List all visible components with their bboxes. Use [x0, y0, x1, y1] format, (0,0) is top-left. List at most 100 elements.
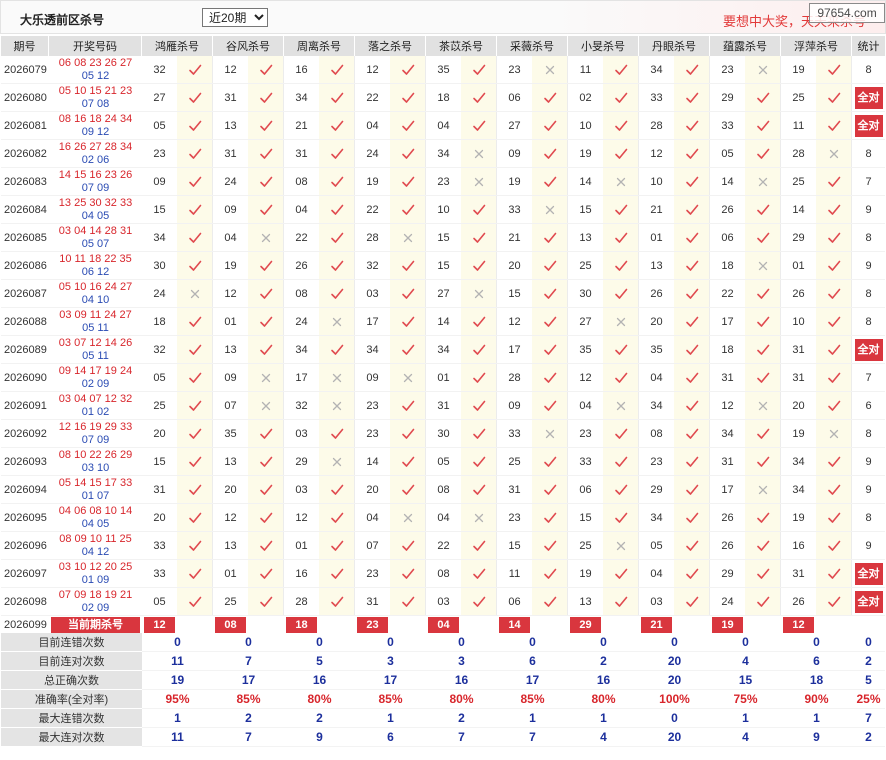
- draw-numbers-cell: 03 04 14 28 31 05 07: [49, 224, 142, 251]
- front-zone-numbers: 03 10 12 20 25: [58, 560, 133, 573]
- kill-number: 26: [650, 287, 663, 300]
- kill-result-cell: [745, 56, 781, 83]
- cross-icon: [332, 317, 341, 326]
- kill-number: 10: [650, 175, 663, 188]
- summary-value: 3: [355, 652, 426, 671]
- table-row: 2026084 13 25 30 32 33 04 05 15 09 04 22 10 33 15…: [1, 196, 885, 224]
- front-zone-numbers: 05 10 15 21 23: [58, 84, 133, 97]
- kill-number: 32: [295, 399, 308, 412]
- front-zone-numbers: 13 25 30 32 33: [58, 196, 133, 209]
- kill-result-cell: [532, 420, 568, 447]
- check-icon: [472, 344, 485, 355]
- kill-result-cell: [177, 364, 213, 391]
- check-icon: [330, 120, 343, 131]
- check-icon: [685, 540, 698, 551]
- kill-result-cell: [532, 140, 568, 167]
- stat-cell: 全对: [852, 588, 885, 615]
- current-kill-number-cell: 19: [710, 616, 745, 633]
- kill-result-cell: [745, 252, 781, 279]
- kill-number: 35: [650, 343, 663, 356]
- back-zone-numbers: 09 12: [81, 125, 110, 138]
- kill-result-cell: [745, 196, 781, 223]
- cross-icon: [758, 261, 767, 270]
- cross-icon: [616, 401, 625, 410]
- column-header-period: 期号: [1, 36, 49, 56]
- kill-result-cell: [319, 448, 355, 475]
- back-zone-numbers: 07 08: [81, 97, 110, 110]
- check-icon: [543, 176, 556, 187]
- kill-number: 26: [295, 259, 308, 272]
- back-zone-numbers: 05 11: [82, 321, 109, 334]
- check-icon: [685, 120, 698, 131]
- check-icon: [472, 316, 485, 327]
- empty-result-cell: [674, 616, 710, 633]
- table-row: 2026092 12 16 19 29 33 07 09 20 35 03 23 30 33 23…: [1, 420, 885, 448]
- kill-result-cell: [319, 252, 355, 279]
- check-icon: [259, 260, 272, 271]
- draw-numbers-cell: 08 16 18 24 34 09 12: [49, 112, 142, 139]
- kill-number: 01: [224, 315, 237, 328]
- check-icon: [827, 484, 840, 495]
- summary-value: 18: [781, 671, 852, 690]
- back-zone-numbers: 01 07: [81, 489, 110, 502]
- kill-result-cell: [816, 336, 852, 363]
- kill-number: 05: [721, 147, 734, 160]
- kill-result-cell: [603, 196, 639, 223]
- kill-number: 21: [295, 119, 308, 132]
- column-header-expert: 落之杀号: [355, 36, 426, 56]
- kill-result-cell: [390, 448, 426, 475]
- kill-number: 22: [437, 539, 450, 552]
- kill-number: 02: [579, 91, 592, 104]
- back-zone-numbers: 05 11: [82, 349, 109, 362]
- summary-stat-value: 5: [852, 671, 885, 690]
- kill-result-cell: [461, 392, 497, 419]
- kill-number: 17: [721, 315, 734, 328]
- table-row: 2026095 04 06 08 10 14 04 05 20 12 12 04 04 23 15…: [1, 504, 885, 532]
- check-icon: [685, 260, 698, 271]
- kill-result-cell: [461, 532, 497, 559]
- column-header-expert: 蕴露杀号: [710, 36, 781, 56]
- check-icon: [401, 120, 414, 131]
- kill-number: 01: [224, 567, 237, 580]
- cross-icon: [758, 65, 767, 74]
- check-icon: [614, 484, 627, 495]
- kill-result-cell: [745, 364, 781, 391]
- kill-number: 09: [224, 371, 237, 384]
- summary-value: 80%: [426, 690, 497, 709]
- kill-number: 33: [650, 91, 663, 104]
- stat-cell: 8: [852, 308, 885, 335]
- kill-number: 34: [721, 427, 734, 440]
- kill-result-cell: [532, 280, 568, 307]
- summary-value: 0: [639, 709, 710, 728]
- kill-result-cell: [319, 560, 355, 587]
- summary-value: 2: [213, 709, 284, 728]
- kill-number: 17: [366, 315, 379, 328]
- summary-row: 准确率(全对率) 95% 85% 80% 85% 80% 85% 80% 100% 75% 90% 2…: [1, 690, 885, 709]
- check-icon: [756, 204, 769, 215]
- kill-result-cell: [745, 308, 781, 335]
- kill-number: 32: [153, 343, 166, 356]
- draw-numbers-cell: 13 25 30 32 33 04 05: [49, 196, 142, 223]
- period-range-select[interactable]: 近20期: [202, 8, 268, 27]
- kill-number: 04: [650, 567, 663, 580]
- cross-icon: [829, 149, 838, 158]
- kill-number: 27: [437, 287, 450, 300]
- period-cell: 2026084: [4, 203, 47, 216]
- kill-number: 12: [366, 63, 379, 76]
- kill-number: 19: [224, 259, 237, 272]
- kill-number: 15: [437, 259, 450, 272]
- all-correct-badge: 全对: [854, 114, 883, 137]
- front-zone-numbers: 09 14 17 19 24: [58, 364, 133, 377]
- kill-result-cell: [603, 308, 639, 335]
- summary-stat-value: 7: [852, 709, 885, 728]
- hit-count: 8: [865, 427, 872, 440]
- kill-result-cell: [603, 84, 639, 111]
- kill-number: 22: [721, 287, 734, 300]
- kill-result-cell: [603, 504, 639, 531]
- check-icon: [756, 512, 769, 523]
- check-icon: [827, 232, 840, 243]
- kill-number: 15: [508, 287, 521, 300]
- current-kill-number-cell: 14: [497, 616, 532, 633]
- kill-result-cell: [248, 196, 284, 223]
- kill-result-cell: [603, 476, 639, 503]
